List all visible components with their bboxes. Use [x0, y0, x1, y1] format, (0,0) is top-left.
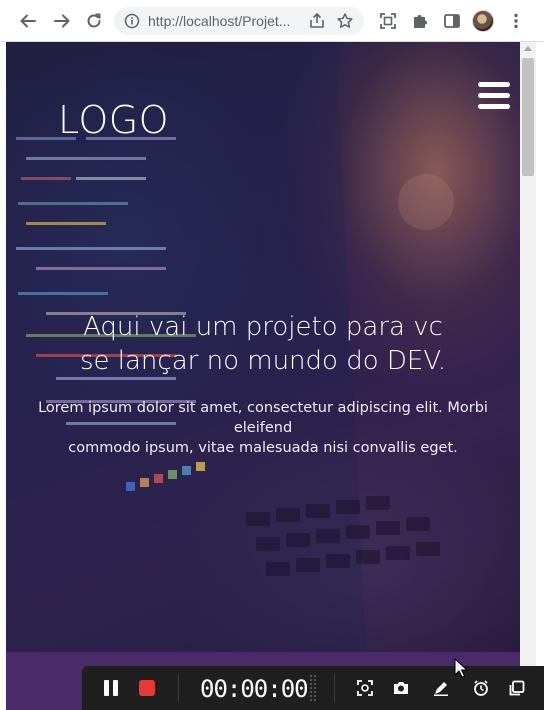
- browser-toolbar: http://localhost/Projet...: [0, 0, 544, 42]
- share-icon[interactable]: [308, 12, 326, 30]
- page-scrollbar[interactable]: [520, 42, 536, 710]
- stop-icon[interactable]: [136, 677, 158, 699]
- address-bar[interactable]: http://localhost/Projet...: [114, 7, 364, 35]
- headline-line-2: se lançar no mundo do DEV.: [79, 346, 447, 376]
- forward-arrow-icon[interactable]: [50, 9, 74, 33]
- region-capture-icon[interactable]: [354, 677, 376, 699]
- site-logo[interactable]: LOGO: [58, 98, 169, 142]
- timer-icon[interactable]: [470, 677, 492, 699]
- profile-avatar[interactable]: [472, 10, 494, 32]
- more-menu-icon[interactable]: [504, 9, 528, 33]
- page-viewport: LOGO Aqui vai um projeto para vc se lanç…: [6, 42, 520, 710]
- recorder-divider: [178, 674, 179, 702]
- drag-grip-icon[interactable]: [309, 674, 317, 702]
- side-panel-icon[interactable]: [440, 9, 464, 33]
- screen-recorder-bar: 00:00:00: [82, 666, 544, 710]
- url-text[interactable]: http://localhost/Projet...: [148, 13, 298, 29]
- scroll-up-arrow-icon[interactable]: [524, 46, 532, 51]
- scroll-thumb[interactable]: [522, 58, 534, 176]
- hero-section: LOGO Aqui vai um projeto para vc se lanç…: [6, 42, 520, 652]
- hamburger-menu-icon[interactable]: [478, 82, 510, 112]
- recorder-divider: [334, 674, 335, 702]
- mouse-cursor-icon: [454, 658, 468, 678]
- info-icon[interactable]: [124, 13, 140, 29]
- pen-icon[interactable]: [430, 677, 452, 699]
- pause-icon[interactable]: [100, 677, 122, 699]
- subtitle-line-2: commodo ipsum, vitae malesuada nisi conv…: [68, 440, 458, 456]
- window-icon[interactable]: [506, 677, 528, 699]
- hero-subtitle: Lorem ipsum dolor sit amet, consectetur …: [22, 398, 504, 458]
- recording-timer: 00:00:00: [200, 675, 309, 703]
- hero-headline: Aqui vai um projeto para vc se lançar no…: [36, 310, 490, 378]
- bookmark-star-icon[interactable]: [336, 12, 354, 30]
- window-edge: [536, 42, 544, 710]
- screen-capture-icon[interactable]: [376, 9, 400, 33]
- extensions-puzzle-icon[interactable]: [408, 9, 432, 33]
- subtitle-line-1: Lorem ipsum dolor sit amet, consectetur …: [38, 400, 488, 436]
- camera-icon[interactable]: [390, 677, 412, 699]
- reload-icon[interactable]: [82, 9, 106, 33]
- back-arrow-icon[interactable]: [16, 9, 40, 33]
- headline-line-1: Aqui vai um projeto para vc: [83, 312, 443, 342]
